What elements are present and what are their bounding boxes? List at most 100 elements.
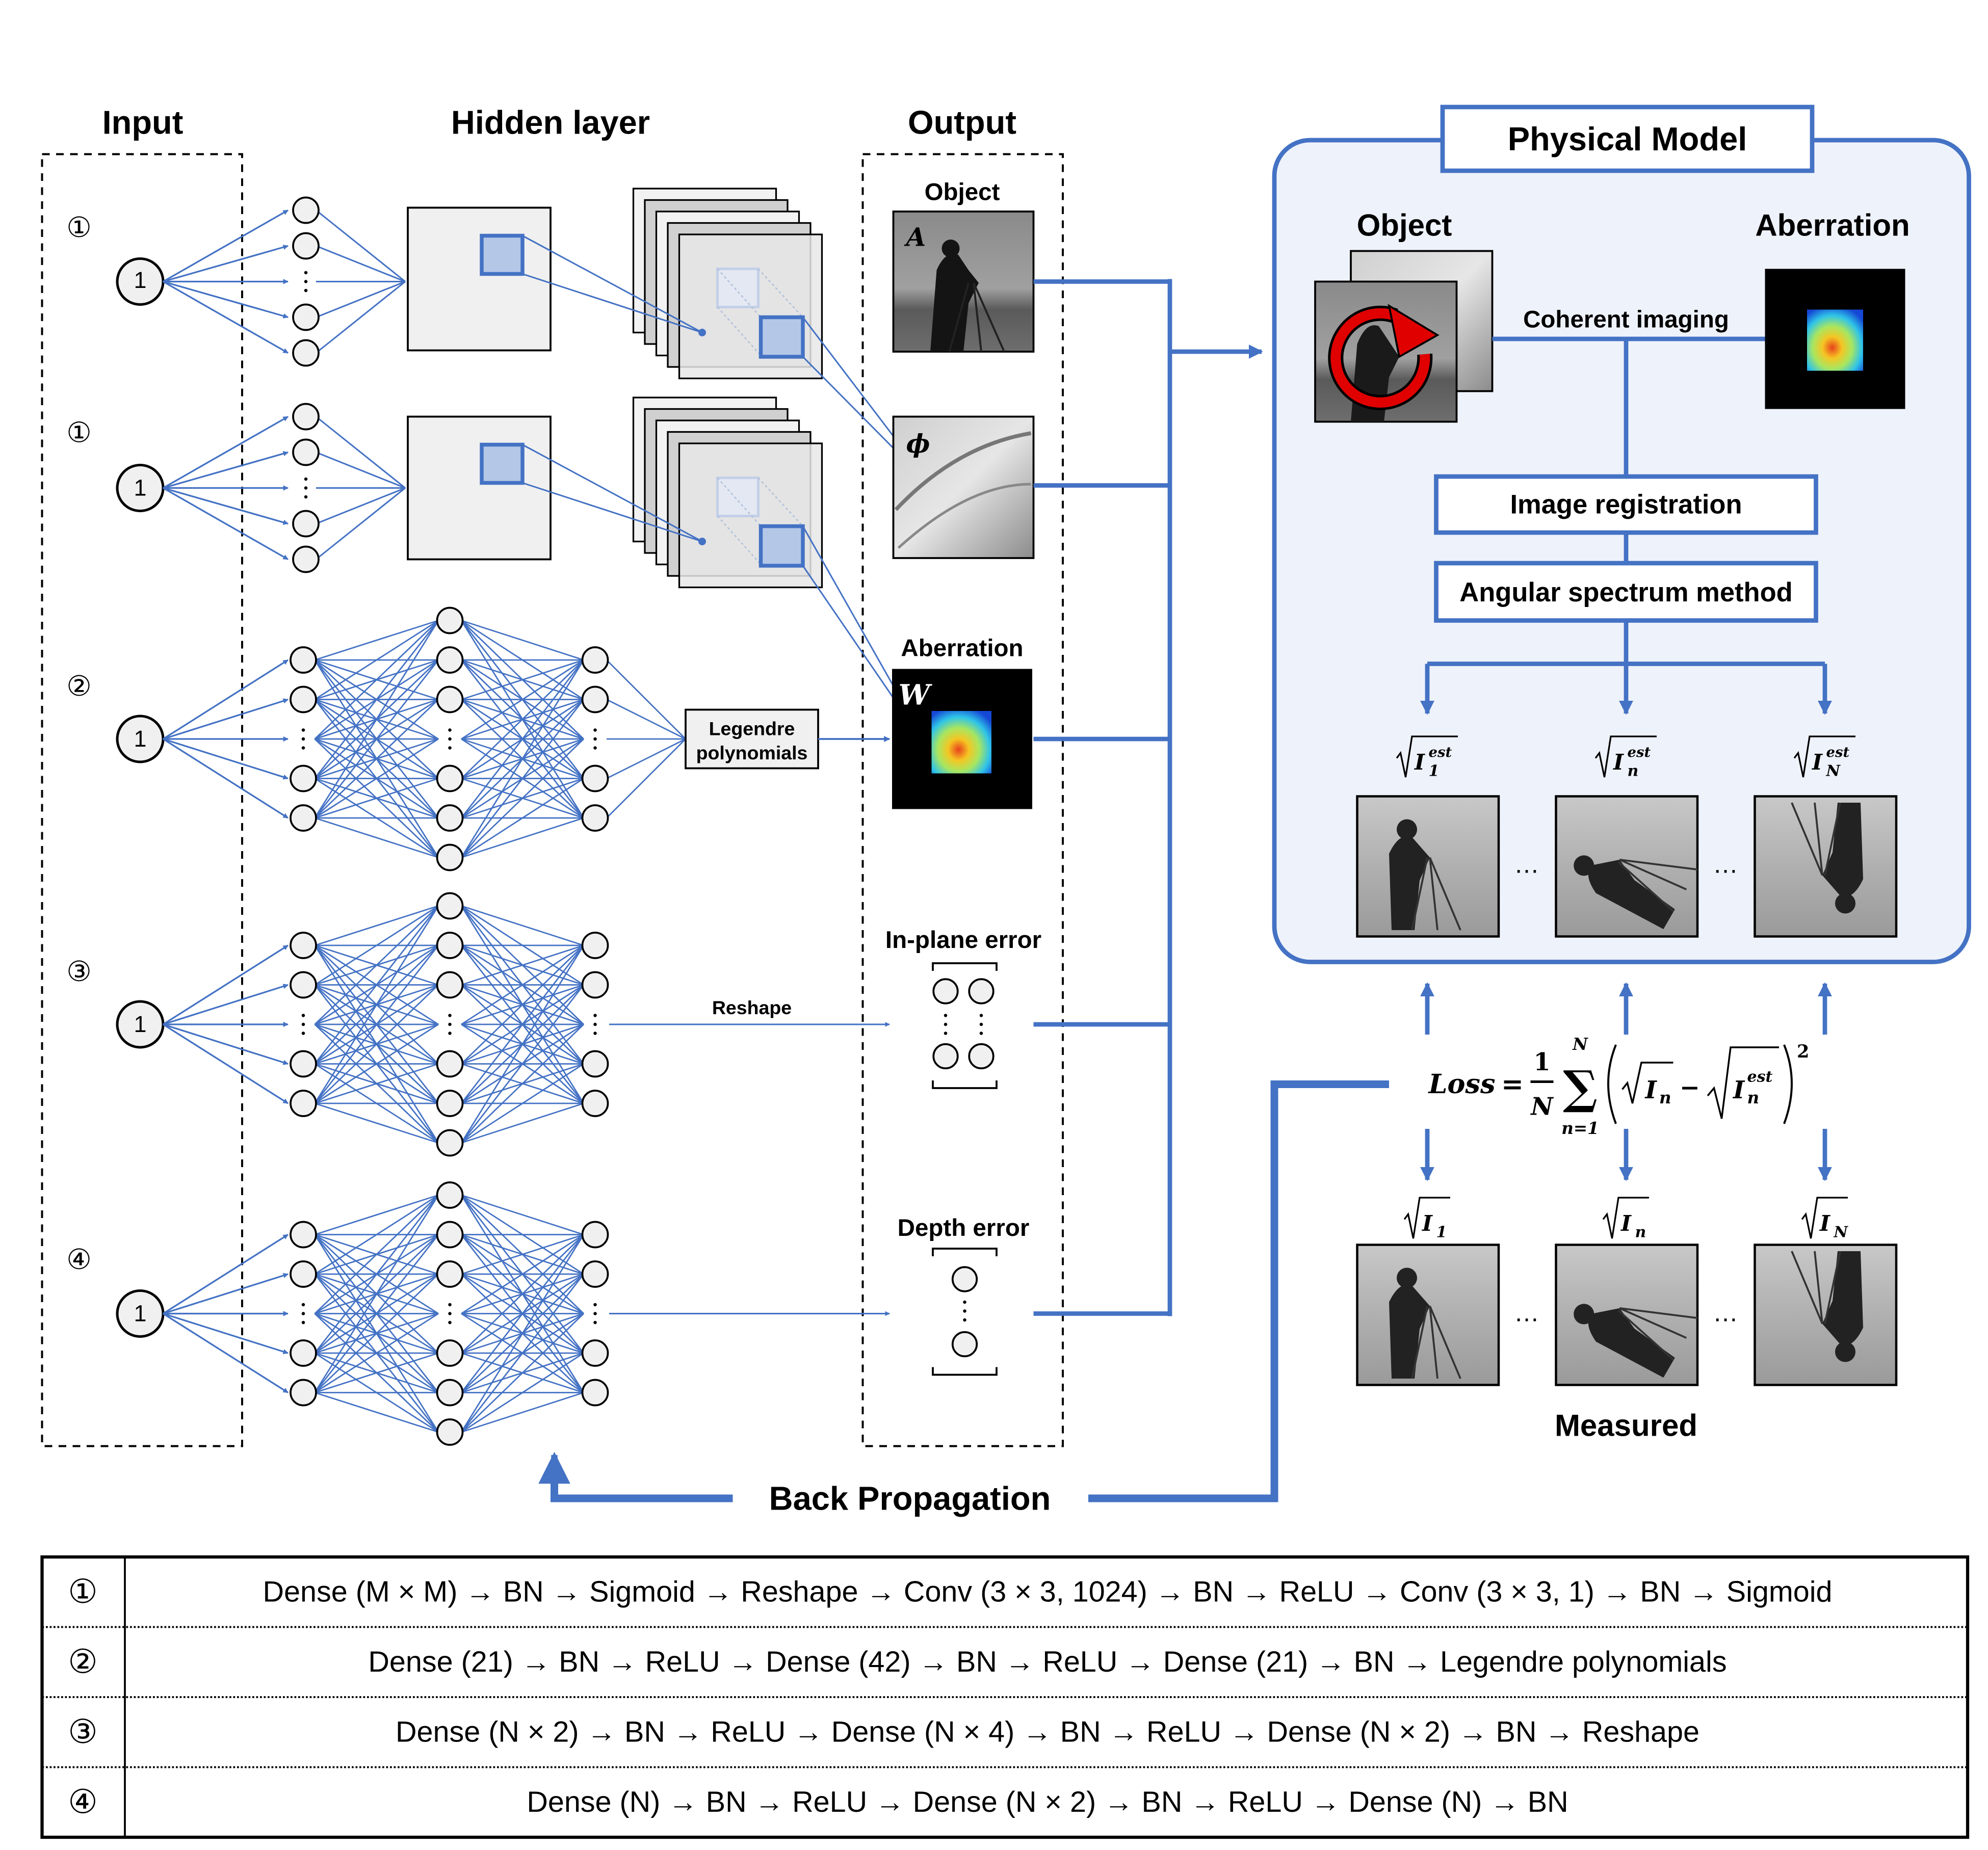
input-connection xyxy=(163,1312,289,1355)
camera-image xyxy=(1555,1244,1699,1386)
dense-connection xyxy=(316,281,406,318)
conv-kernel xyxy=(480,233,525,276)
ellipsis-dot xyxy=(593,728,597,732)
dense-connection xyxy=(461,1392,584,1433)
estimate-label-sup: est xyxy=(1429,744,1452,760)
input-connection xyxy=(163,1234,289,1314)
estimate-label-sub: n xyxy=(1628,762,1639,780)
branch-4-network xyxy=(116,1181,609,1446)
branch-marker-4: ④ xyxy=(66,1243,91,1276)
input-connection xyxy=(163,1023,289,1104)
measured-label-sub: 1 xyxy=(1436,1224,1447,1241)
measured-label-base: I xyxy=(1422,1211,1433,1236)
aberration-output-label: Aberration xyxy=(901,635,1023,662)
ellipsis-dot xyxy=(448,1032,452,1035)
dense-connection xyxy=(315,1392,439,1433)
neural-networks xyxy=(116,196,686,1446)
loss-term2-sub: n xyxy=(1747,1088,1760,1107)
neuron-node xyxy=(581,1379,609,1407)
branch-marker-2: ② xyxy=(66,670,91,702)
input-connection xyxy=(163,738,289,780)
input-connection xyxy=(163,944,289,1025)
ellipsis-dot xyxy=(448,1320,452,1325)
input-node-label: 1 xyxy=(134,1301,146,1327)
ellipsis-dot xyxy=(301,728,305,732)
loss-eq: = xyxy=(1501,1069,1524,1100)
loss-minus: − xyxy=(1680,1073,1700,1102)
input-connection xyxy=(163,1273,289,1315)
input-node-label: 1 xyxy=(134,475,146,501)
camera-image xyxy=(1356,1244,1500,1386)
neuron-node xyxy=(290,971,317,999)
input-connection xyxy=(163,280,289,319)
dense-connection xyxy=(461,1024,584,1144)
ellipsis-dot xyxy=(304,486,308,490)
kernel-point xyxy=(698,329,706,336)
neuron-node xyxy=(581,685,609,713)
table-row-marker: ③ xyxy=(68,1713,97,1751)
input-connection xyxy=(163,984,289,1025)
camera-image xyxy=(1754,795,1898,938)
neuron-node xyxy=(290,804,317,832)
dense-connection xyxy=(316,245,406,282)
dense-connection xyxy=(461,817,584,858)
ellipsis-dot xyxy=(448,728,452,732)
loss-sum-bottom: n=1 xyxy=(1561,1118,1599,1138)
conv-block-1b xyxy=(407,397,937,760)
dense-connection xyxy=(461,1194,584,1235)
table-row-marker: ② xyxy=(68,1643,97,1681)
dense-connection xyxy=(314,620,439,818)
ellipsis-dot xyxy=(304,280,308,283)
input-connection xyxy=(163,659,289,740)
ellipsis-dot xyxy=(301,1320,305,1325)
neuron-node xyxy=(290,1260,317,1288)
neuron-node xyxy=(436,1181,464,1209)
kernel-shadow xyxy=(716,477,760,517)
neuron-node xyxy=(436,843,464,871)
ellipsis-dot xyxy=(448,1014,452,1017)
ellipsis-dot xyxy=(304,271,308,275)
image-frame xyxy=(1754,1244,1898,1386)
dense-connection xyxy=(460,1234,585,1433)
conv-kernel xyxy=(758,524,805,568)
estimate-ellipsis: … xyxy=(1713,850,1738,879)
ellipsis-dot xyxy=(301,737,305,741)
dense-connection xyxy=(316,416,406,489)
loss-sum-symbol: ∑ xyxy=(1563,1061,1598,1115)
layer-table: ① Dense (M × M) → BN → Sigmoid → Reshape… xyxy=(40,1555,1970,1839)
dense-connection xyxy=(461,1313,584,1433)
neuron-node xyxy=(292,438,320,466)
neuron-node xyxy=(436,804,464,832)
loss-term2-sup: est xyxy=(1747,1068,1773,1086)
dense-connection xyxy=(461,905,584,946)
neuron-node xyxy=(581,764,609,792)
ellipsis-dot xyxy=(448,1303,452,1307)
neuron-node xyxy=(436,1090,464,1117)
dense-connection xyxy=(315,620,439,661)
estimate-label-base: I xyxy=(1414,750,1425,775)
measured-item: In xyxy=(1555,1197,1699,1386)
estimate-label-sub: 1 xyxy=(1429,762,1440,780)
ellipsis-dot xyxy=(304,495,308,499)
physical-model-title: Physical Model xyxy=(1508,120,1747,157)
neuron-node xyxy=(436,1379,464,1407)
input-connection xyxy=(163,487,289,560)
neuron-node xyxy=(436,685,464,713)
neuron-node xyxy=(436,932,464,959)
ellipsis-dot xyxy=(301,1303,305,1307)
neuron-node xyxy=(581,1339,609,1367)
output-bus xyxy=(1033,279,1263,1316)
ellipsis-dot xyxy=(301,1022,305,1026)
image-frame xyxy=(1356,795,1500,938)
ellipsis-dot xyxy=(593,1032,597,1035)
measured-ellipsis: … xyxy=(1514,1299,1539,1327)
table-row-marker: ① xyxy=(68,1573,97,1611)
dense-connection xyxy=(460,659,585,858)
ellipsis-dot xyxy=(593,1014,597,1017)
image-frame xyxy=(1754,795,1898,938)
neuron-node xyxy=(436,1221,464,1249)
hidden-layer-header: Hidden layer xyxy=(451,104,650,141)
neuron-node xyxy=(292,303,320,331)
neuron-node xyxy=(290,685,317,713)
estimate-ellipsis: … xyxy=(1514,850,1539,879)
